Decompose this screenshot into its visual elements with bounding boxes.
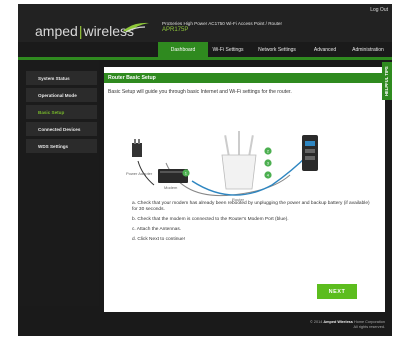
power-adapter-label: Power Adapter [126,171,153,176]
header: amped|wireless ProSeries High Power AC17… [18,4,392,42]
product-info: ProSeries High Power AC1750 Wi-Fi Access… [162,20,282,34]
footer: © 2014 Amped Wireless Home Corporation A… [18,312,392,336]
tab-dashboard[interactable]: Dashboard [158,42,208,57]
step-item: d. Click Next to continue! [132,237,186,242]
step-item: c. Attach the Antennas. [132,227,182,232]
sidebar-item-basic-setup[interactable]: Basic Setup [26,105,97,119]
setup-steps: a. Check that your modem has already bee… [132,201,372,247]
main-nav: Dashboard Wi-Fi Settings Network Setting… [158,42,392,57]
product-model: APR175P [162,27,189,33]
copyright-brand: Amped Wireless [323,320,353,324]
router-icon [221,131,257,190]
step-item: a. Check that your modem has already bee… [132,201,370,212]
tab-network-settings[interactable]: Network Settings [248,42,306,57]
logout-link[interactable]: Log Out [370,7,388,13]
sidebar-item-operational-mode[interactable]: Operational Mode [26,88,97,102]
modem-label: Modem [164,185,178,190]
router-back-panel-icon [302,135,318,171]
copyright-year: © 2014 [310,320,323,324]
brand-logo: amped|wireless [35,22,149,39]
tab-administration[interactable]: Administration [344,42,392,57]
setup-diagram: Power Adapter Modem Router 1 2 3 4 [126,131,318,202]
sidebar-item-system-status[interactable]: System Status [26,71,97,85]
helpful-tips-label: HELPFUL TIPS [384,66,389,96]
app-window: amped|wireless ProSeries High Power AC17… [18,4,392,336]
tab-advanced[interactable]: Advanced [306,42,344,57]
main-content: Router Basic Setup Basic Setup will guid… [104,67,385,312]
page-title: Router Basic Setup [104,73,385,83]
logo-text-left: amped [35,23,78,39]
step-item: b. Check that the modem is connected to … [132,217,289,222]
next-button[interactable]: NEXT [317,284,357,299]
tab-wifi-settings[interactable]: Wi-Fi Settings [208,42,248,57]
sidebar-item-connected-devices[interactable]: Connected Devices [26,122,97,136]
helpful-tips-tab[interactable]: HELPFUL TIPS [382,62,392,100]
sidebar: System Status Operational Mode Basic Set… [18,60,99,306]
logo-swoosh-icon [123,22,149,33]
copyright-suffix: Home Corporation [353,320,385,324]
power-adapter-icon [132,139,142,157]
intro-text: Basic Setup will guide you through basic… [108,89,292,95]
copyright: © 2014 Amped Wireless Home Corporation A… [310,320,385,330]
sidebar-item-wds-settings[interactable]: WDS Settings [26,139,97,153]
product-name: ProSeries High Power AC1750 Wi-Fi Access… [162,21,282,26]
copyright-rights: All rights reserved. [353,325,385,329]
